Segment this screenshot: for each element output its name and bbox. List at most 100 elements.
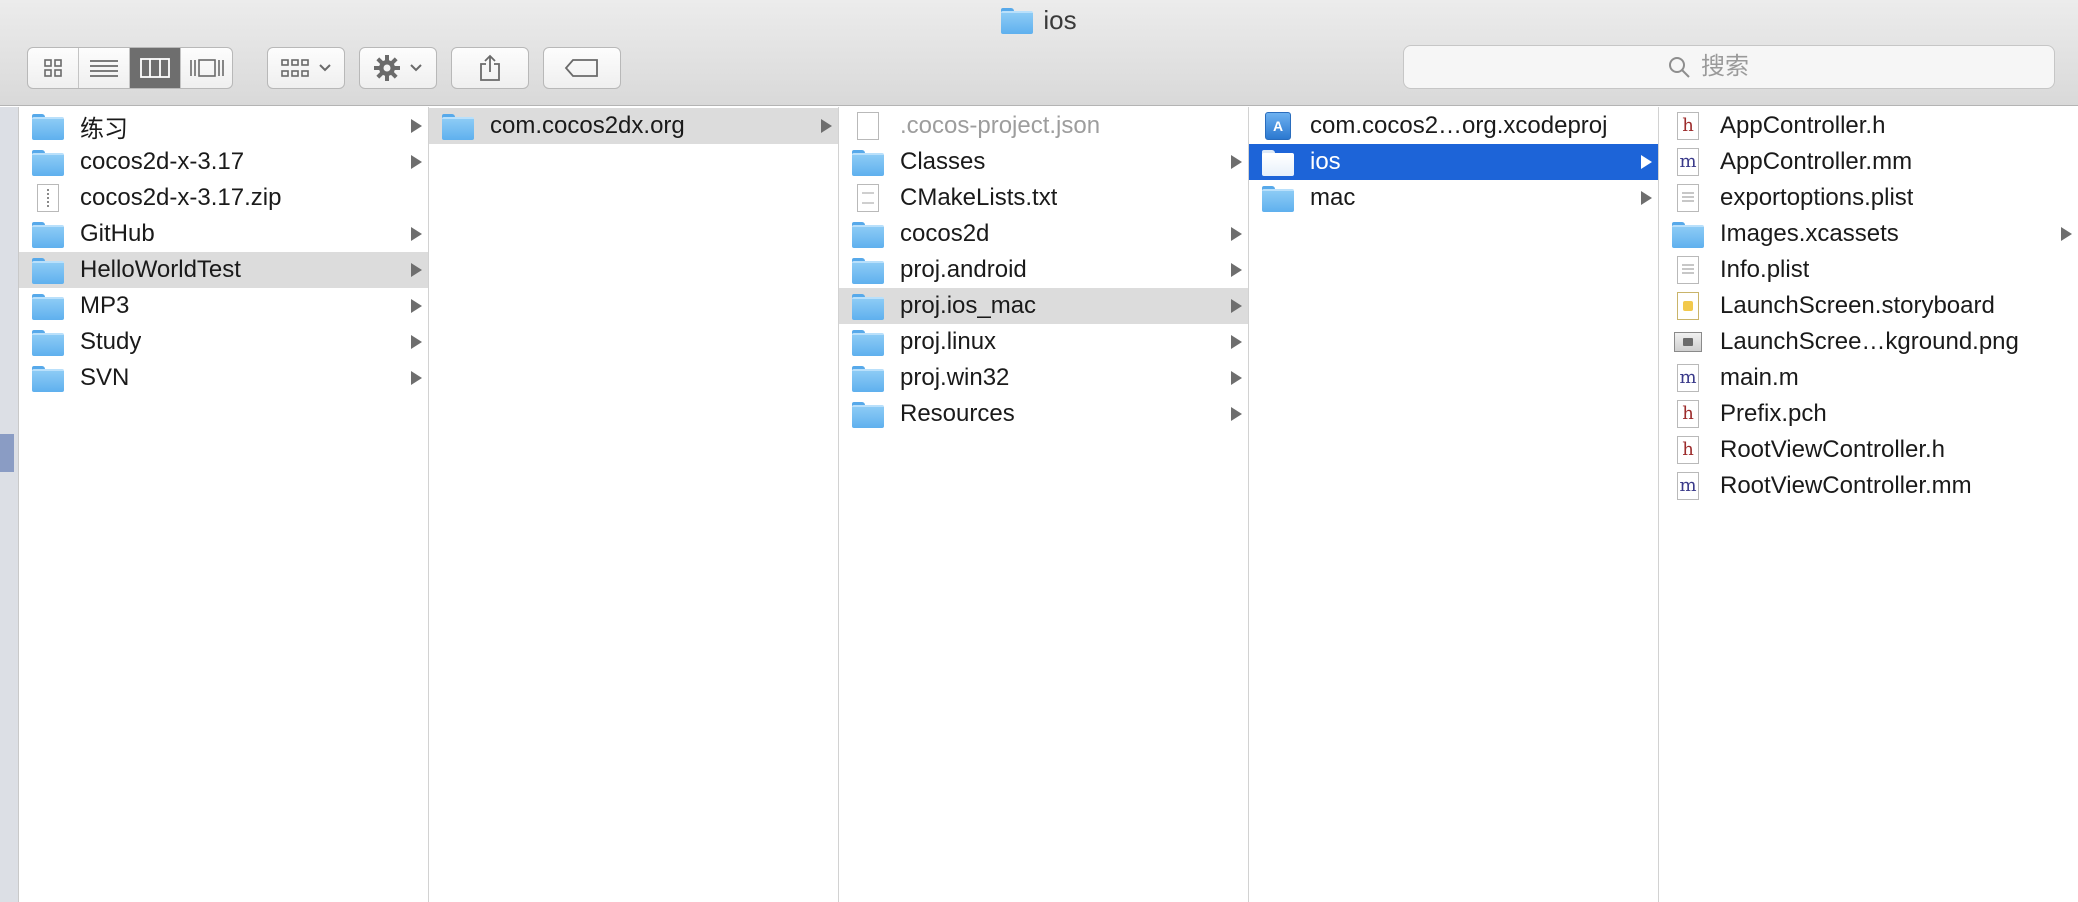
file-name: CMakeLists.txt [900,184,1058,211]
file-row[interactable]: MP3 [19,288,428,324]
file-row[interactable]: Info.plist [1659,252,2078,288]
disclosure-arrow-icon [1231,335,1242,349]
browser-column-2: com.cocos2dx.org [429,107,839,902]
header-file-icon: h [1671,436,1705,464]
file-name: AppController.mm [1720,148,1913,175]
action-button[interactable] [359,47,437,89]
file-name: GitHub [80,220,155,247]
file-row[interactable]: cocos2d-x-3.17 [19,144,428,180]
file-name: Study [80,328,142,355]
list-view-button[interactable] [79,48,130,88]
source-file-icon: m [1671,148,1705,176]
source-file-icon: m [1671,472,1705,500]
disclosure-arrow-icon [411,263,422,277]
disclosure-arrow-icon [1231,263,1242,277]
file-row[interactable]: Resources [839,396,1248,432]
file-row[interactable]: Acom.cocos2…org.xcodeproj [1249,108,1658,144]
window-title: ios [0,4,2078,36]
folder-icon [1261,148,1295,176]
gear-icon [374,55,400,81]
file-row[interactable]: Study [19,324,428,360]
share-button[interactable] [451,47,529,89]
file-row[interactable]: proj.linux [839,324,1248,360]
file-name: LaunchScreen.storyboard [1720,292,1995,319]
folder-icon [441,112,475,140]
cover-flow-button[interactable] [181,48,232,88]
file-row[interactable]: h Prefix.pch [1659,396,2078,432]
folder-icon [851,400,885,428]
folder-icon [851,256,885,284]
file-row[interactable]: exportoptions.plist [1659,180,2078,216]
header-file-icon: h [1671,400,1705,428]
column-browser: 练习 cocos2d-x-3.17 cocos2d-x-3.17.zip GitHub… [19,107,2078,902]
xcode-project-icon: A [1261,112,1295,140]
tags-button[interactable] [543,47,621,89]
file-row[interactable]: CMakeLists.txt [839,180,1248,216]
storyboard-file-icon [1671,292,1705,320]
file-row[interactable]: GitHub [19,216,428,252]
folder-icon [31,292,65,320]
file-row[interactable]: proj.win32 [839,360,1248,396]
file-row[interactable]: cocos2d-x-3.17.zip [19,180,428,216]
file-name: mac [1310,184,1356,211]
file-row[interactable]: SVN [19,360,428,396]
sidebar-selection-marker [0,434,14,472]
disclosure-arrow-icon [1641,155,1652,169]
file-row[interactable]: m RootViewController.mm [1659,468,2078,504]
file-row[interactable]: cocos2d [839,216,1248,252]
cover-flow-icon [189,59,224,77]
list-icon [90,60,118,77]
file-row[interactable]: m AppController.mm [1659,144,2078,180]
disclosure-arrow-icon [1641,191,1652,205]
file-row[interactable]: proj.ios_mac [839,288,1248,324]
header-file-icon: h [1671,112,1705,140]
file-row[interactable]: mac [1249,180,1658,216]
disclosure-arrow-icon [1231,299,1242,313]
file-row[interactable]: 练习 [19,108,428,144]
search-input[interactable] [1701,53,1791,81]
text-file-icon [851,184,885,212]
file-row[interactable]: proj.android [839,252,1248,288]
folder-icon [851,220,885,248]
file-row[interactable]: Images.xcassets [1659,216,2078,252]
file-row[interactable]: LaunchScree…kground.png [1659,324,2078,360]
file-row[interactable]: com.cocos2dx.org [429,108,838,144]
group-by-button[interactable] [267,47,345,89]
search-field[interactable] [1403,45,2055,89]
file-row[interactable]: ios [1249,144,1658,180]
file-row[interactable]: LaunchScreen.storyboard [1659,288,2078,324]
folder-icon [31,220,65,248]
file-row[interactable]: m main.m [1659,360,2078,396]
disclosure-arrow-icon [411,299,422,313]
folder-icon [851,292,885,320]
folder-icon [851,328,885,356]
group-icon [281,59,309,77]
toolbar: ios [0,0,2078,106]
browser-column-4: Acom.cocos2…org.xcodeproj ios mac [1249,107,1659,902]
image-file-icon [1671,328,1705,356]
icon-view-button[interactable] [28,48,79,88]
folder-icon [1001,8,1034,34]
column-view-button[interactable] [130,48,181,88]
file-name: cocos2d [900,220,990,247]
file-name: proj.ios_mac [900,292,1037,319]
chevron-down-icon [319,64,331,72]
file-row[interactable]: .cocos-project.json [839,108,1248,144]
grid-icon [44,59,62,77]
file-row[interactable]: h RootViewController.h [1659,432,2078,468]
folder-icon [31,364,65,392]
folder-icon [31,148,65,176]
sidebar-edge [0,107,19,902]
document-icon [851,112,885,140]
disclosure-arrow-icon [411,119,422,133]
folder-icon [31,256,65,284]
file-name: exportoptions.plist [1720,184,1914,211]
folder-icon [1671,220,1705,248]
browser-column-1: 练习 cocos2d-x-3.17 cocos2d-x-3.17.zip GitHub… [19,107,429,902]
plist-file-icon [1671,184,1705,212]
file-row[interactable]: Classes [839,144,1248,180]
file-row[interactable]: h AppController.h [1659,108,2078,144]
file-row[interactable]: HelloWorldTest [19,252,428,288]
file-name: cocos2d-x-3.17 [80,148,245,175]
file-name: MP3 [80,292,130,319]
